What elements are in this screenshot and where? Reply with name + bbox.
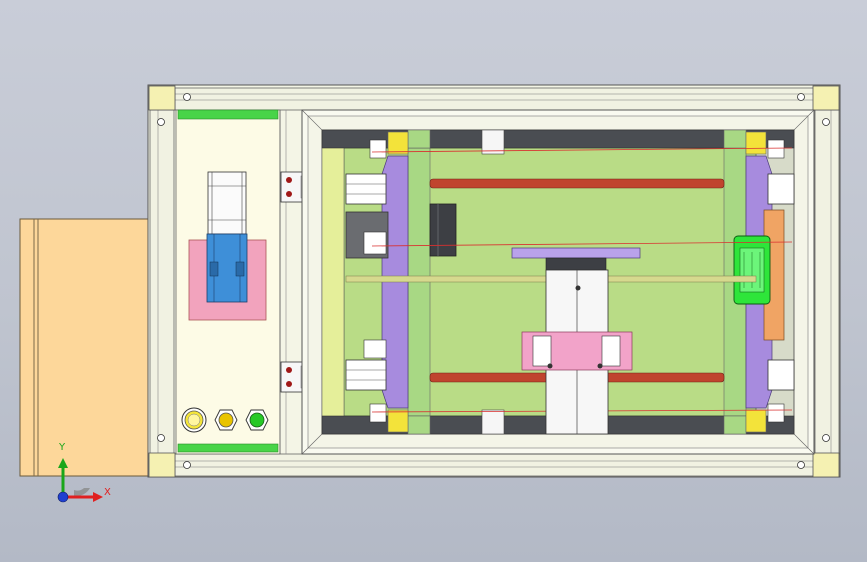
amber-button[interactable] <box>214 409 238 431</box>
cad-viewport[interactable]: Y X <box>0 0 867 562</box>
x-axis-label: X <box>104 487 111 498</box>
yellow-button[interactable] <box>181 407 207 433</box>
assembly-drawing <box>19 84 841 503</box>
x-arrowhead <box>93 492 103 502</box>
green-button[interactable] <box>245 409 269 431</box>
control-buttons <box>181 407 269 433</box>
tan-side-box <box>19 218 153 477</box>
bright-green-box <box>733 235 771 305</box>
roller-black <box>429 203 457 257</box>
z-axis-origin <box>57 491 69 503</box>
y-axis-label: Y <box>59 442 66 453</box>
